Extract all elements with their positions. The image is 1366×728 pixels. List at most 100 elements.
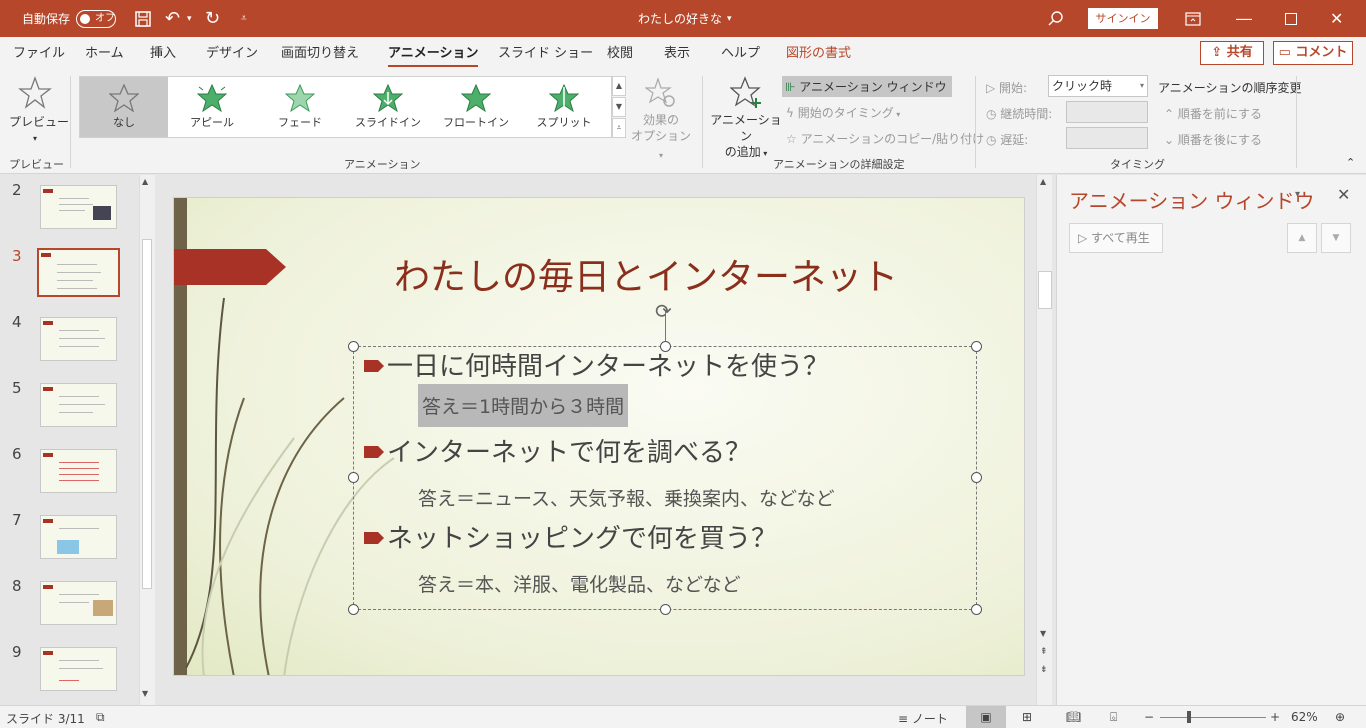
signin-button[interactable]: サインイン: [1088, 8, 1158, 29]
undo-icon[interactable]: ↶: [165, 0, 180, 37]
move-down-icon: ▼: [1321, 223, 1351, 253]
comment-button[interactable]: ▭ コメント: [1273, 41, 1353, 65]
thumb-number: 8: [12, 577, 22, 595]
tab-slideshow[interactable]: スライド ショー: [498, 37, 593, 70]
add-animation-button[interactable]: アニメーション の追加 ▾: [710, 112, 782, 162]
slide-thumbnail-6[interactable]: [40, 449, 117, 493]
document-title[interactable]: わたしの好きな ▾: [638, 0, 732, 37]
redo-icon[interactable]: ↻: [205, 0, 220, 37]
zoom-in-icon[interactable]: +: [1270, 710, 1280, 724]
resize-handle[interactable]: [971, 604, 982, 615]
normal-view-icon[interactable]: ▣: [966, 706, 1006, 728]
gallery-scroll-down-icon[interactable]: ▼: [612, 97, 626, 117]
resize-handle[interactable]: [971, 472, 982, 483]
anim-item-none[interactable]: なし: [80, 77, 168, 137]
zoom-slider-track[interactable]: [1160, 717, 1266, 718]
resize-handle[interactable]: [971, 341, 982, 352]
rotate-handle-icon[interactable]: ⟳: [655, 299, 672, 323]
move-earlier-button: ⌃ 順番を前にする: [1164, 105, 1262, 122]
text-box-selection[interactable]: [353, 346, 977, 610]
slide-thumbnail-9[interactable]: [40, 647, 117, 691]
share-icon: ⇪: [1211, 45, 1227, 60]
resize-handle[interactable]: [660, 604, 671, 615]
next-slide-icon[interactable]: ⇟: [1040, 665, 1048, 675]
tab-shape-format[interactable]: 図形の書式: [786, 37, 851, 70]
slide-scrollbar[interactable]: ▲ ▼ ⇞ ⇟: [1036, 175, 1052, 705]
tab-help[interactable]: ヘルプ: [721, 37, 760, 70]
preview-button[interactable]: プレビュー ▾: [9, 113, 69, 144]
scroll-up-icon[interactable]: ▲: [142, 177, 148, 186]
add-animation-label: アニメーション の追加: [710, 113, 782, 159]
thumb-number: 4: [12, 313, 22, 331]
resize-handle[interactable]: [348, 604, 359, 615]
reading-view-icon[interactable]: 📖︎: [1066, 710, 1081, 724]
tab-review[interactable]: 校閲: [607, 37, 633, 70]
autosave-control[interactable]: 自動保存 オフ: [22, 0, 117, 37]
close-icon[interactable]: ✕: [1330, 0, 1343, 37]
zoom-out-icon[interactable]: −: [1144, 710, 1154, 724]
add-animation-icon[interactable]: [729, 76, 764, 113]
ribbon-divider: [70, 76, 71, 168]
start-label: ▷ 開始:: [986, 79, 1027, 96]
anim-item-flyin[interactable]: スライドイン: [344, 77, 432, 137]
thumbnails-scroll-thumb[interactable]: [142, 239, 152, 589]
fit-to-window-icon[interactable]: ⊕: [1335, 710, 1345, 724]
slide-scroll-thumb[interactable]: [1038, 271, 1052, 309]
slide-thumbnail-3[interactable]: [37, 248, 120, 297]
start-select[interactable]: クリック時 ▾: [1048, 75, 1148, 97]
anim-item-split[interactable]: スプリット: [520, 77, 608, 137]
pane-options-icon[interactable]: ▾: [1295, 189, 1300, 200]
search-icon[interactable]: [1048, 0, 1064, 37]
scroll-down-icon[interactable]: ▼: [1040, 629, 1046, 638]
preview-star-icon[interactable]: [18, 76, 52, 113]
anim-item-floatin[interactable]: フロートイン: [432, 77, 520, 137]
slide-thumbnail-8[interactable]: [40, 581, 117, 625]
resize-handle[interactable]: [660, 341, 671, 352]
autosave-label: 自動保存: [22, 12, 71, 26]
slide-thumbnail-4[interactable]: [40, 317, 117, 361]
undo-dropdown-icon[interactable]: ▾: [187, 0, 192, 37]
accessibility-icon[interactable]: ⧉: [96, 710, 105, 725]
tab-insert[interactable]: 挿入: [150, 37, 176, 70]
slideshow-view-icon[interactable]: ⌺: [1110, 710, 1117, 725]
anim-item-appear-label: アピール: [190, 116, 234, 129]
autosave-toggle[interactable]: オフ: [76, 9, 117, 28]
anim-item-appear[interactable]: アピール: [168, 77, 256, 137]
pane-close-icon[interactable]: ✕: [1337, 185, 1350, 204]
collapse-ribbon-icon[interactable]: ⌃: [1346, 156, 1355, 169]
save-icon[interactable]: [134, 0, 152, 37]
zoom-level[interactable]: 62%: [1291, 710, 1318, 724]
zoom-slider-thumb[interactable]: [1187, 711, 1191, 723]
ribbon-display-icon[interactable]: [1185, 0, 1201, 37]
scroll-down-icon[interactable]: ▼: [142, 689, 148, 698]
share-button[interactable]: ⇪ 共有: [1200, 41, 1264, 65]
gallery-more-icon[interactable]: ⩡: [612, 118, 626, 138]
slide-thumbnail-7[interactable]: [40, 515, 117, 559]
maximize-icon[interactable]: [1285, 0, 1297, 37]
slide-title[interactable]: わたしの毎日とインターネット: [394, 248, 898, 300]
resize-handle[interactable]: [348, 341, 359, 352]
gallery-scroll-up-icon[interactable]: ▲: [612, 76, 626, 96]
previous-slide-icon[interactable]: ⇞: [1040, 647, 1048, 657]
anim-item-fade[interactable]: フェード: [256, 77, 344, 137]
chevron-down-icon: ⌄: [1164, 133, 1178, 147]
slide-thumbnail-5[interactable]: [40, 383, 117, 427]
anim-item-flyin-label: スライドイン: [355, 116, 421, 129]
scroll-up-icon[interactable]: ▲: [1040, 177, 1046, 186]
tab-home[interactable]: ホーム: [85, 37, 124, 70]
minimize-icon[interactable]: ―: [1236, 0, 1252, 37]
thumbnails-scrollbar[interactable]: ▲ ▼: [139, 175, 155, 705]
resize-handle[interactable]: [348, 472, 359, 483]
notes-button[interactable]: ≡ ノート: [898, 710, 948, 727]
trigger-dropdown-icon: ▾: [893, 110, 901, 119]
tab-transitions[interactable]: 画面切り替え: [281, 37, 359, 70]
slide-sorter-icon[interactable]: ⊞: [1022, 710, 1032, 724]
tab-file[interactable]: ファイル: [13, 37, 65, 70]
tab-design[interactable]: デザイン: [206, 37, 258, 70]
slide-thumbnail-2[interactable]: [40, 185, 117, 229]
tab-view[interactable]: 表示: [664, 37, 690, 70]
animation-pane-button[interactable]: ⊪ アニメーション ウィンドウ: [782, 76, 952, 97]
animation-pane-icon: ⊪: [785, 80, 800, 94]
tab-animations[interactable]: アニメーション: [388, 37, 479, 67]
customize-qat-icon[interactable]: ⩡: [241, 0, 247, 37]
